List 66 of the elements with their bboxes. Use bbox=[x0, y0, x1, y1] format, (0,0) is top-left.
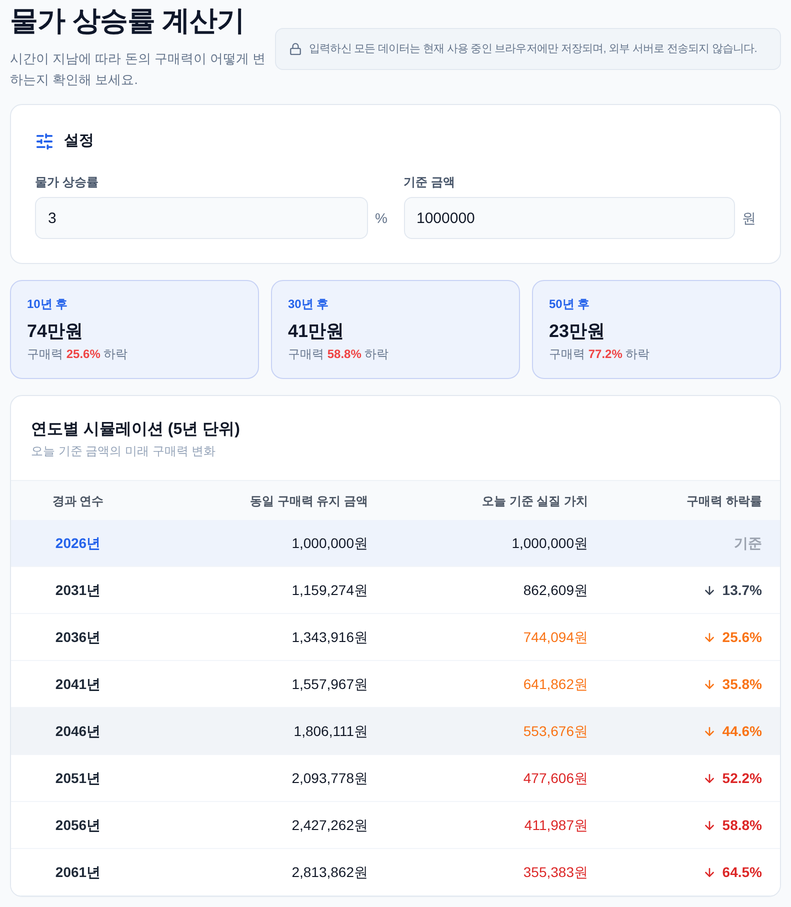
arrow-down-icon bbox=[703, 584, 716, 596]
settings-title: 설정 bbox=[64, 130, 94, 151]
column-header: 경과 연수 bbox=[52, 492, 104, 510]
arrow-down-icon bbox=[703, 866, 716, 878]
notice-text: 입력하신 모든 데이터는 현재 사용 중인 브라우저에만 저장되며, 외부 서버로 전송되지 않습니다. bbox=[309, 42, 757, 57]
decline-cell-text: 52.2% bbox=[722, 768, 762, 788]
real-value-cell-text: 477,606원 bbox=[523, 768, 588, 788]
card-value: 74만원 bbox=[27, 320, 84, 343]
decline-cell-text: 58.8% bbox=[722, 816, 762, 834]
field-label: 기준 금액 bbox=[404, 174, 455, 191]
amount-cell-text: 1,557,967원 bbox=[292, 674, 368, 694]
card-label: 50년 후 bbox=[549, 296, 590, 313]
card-value: 41만원 bbox=[288, 320, 344, 343]
card-caption: 구매력 58.8% 하락 bbox=[288, 346, 389, 363]
decline-cell-text: 35.8% bbox=[722, 674, 762, 694]
real-value-cell-text: 355,383원 bbox=[523, 862, 588, 882]
amount-cell-text: 1,000,000원 bbox=[292, 534, 368, 552]
year-cell-text: 2031년 bbox=[55, 580, 101, 600]
year-cell-text: 2051년 bbox=[55, 768, 101, 788]
year-cell-text: 2061년 bbox=[55, 862, 101, 882]
year-cell-text: 2056년 bbox=[55, 816, 101, 834]
card-caption: 구매력 77.2% 하락 bbox=[549, 346, 650, 363]
page-subtitle: 시간이 지남에 따라 돈의 구매력이 어떻게 변하는지 확인해 보세요. bbox=[10, 50, 267, 89]
amount-cell-text: 2,427,262원 bbox=[292, 816, 368, 834]
column-header: 동일 구매력 유지 금액 bbox=[250, 492, 368, 510]
arrow-down-icon bbox=[703, 818, 716, 832]
amount-cell-text: 2,813,862원 bbox=[292, 862, 368, 882]
arrow-down-icon bbox=[703, 724, 716, 738]
arrow-down-icon bbox=[703, 630, 716, 644]
real-value-cell-text: 411,987원 bbox=[524, 816, 588, 834]
number-input[interactable]: 1000000 bbox=[404, 197, 735, 239]
decline-cell-text: 기준 bbox=[734, 534, 762, 552]
amount-cell-text: 2,093,778원 bbox=[292, 768, 368, 788]
page-title: 물가 상승률 계산기 bbox=[10, 4, 245, 38]
year-cell-text: 2036년 bbox=[55, 628, 101, 646]
real-value-cell-text: 641,862원 bbox=[523, 674, 588, 694]
year-cell-text: 2041년 bbox=[55, 674, 101, 694]
amount-cell-text: 1,159,274원 bbox=[292, 580, 368, 600]
decline-cell-text: 44.6% bbox=[722, 722, 762, 740]
decline-cell-text: 25.6% bbox=[722, 628, 762, 646]
card-caption: 구매력 25.6% 하락 bbox=[27, 346, 128, 363]
arrow-down-icon bbox=[703, 678, 716, 690]
arrow-down-icon bbox=[703, 772, 716, 784]
table-title: 연도별 시뮬레이션 (5년 단위) bbox=[31, 420, 240, 440]
real-value-cell-text: 553,676원 bbox=[523, 722, 588, 740]
real-value-cell-text: 1,000,000원 bbox=[512, 534, 588, 552]
real-value-cell-text: 862,609원 bbox=[523, 580, 588, 600]
unit-label: % bbox=[375, 208, 388, 228]
number-input[interactable]: 3 bbox=[35, 197, 368, 239]
card-label: 30년 후 bbox=[288, 296, 329, 313]
sliders-icon bbox=[35, 132, 54, 150]
year-cell-text: 2046년 bbox=[55, 722, 101, 740]
unit-label: 원 bbox=[742, 208, 756, 228]
column-header: 구매력 하락률 bbox=[686, 492, 762, 510]
year-cell-text: 2026년 bbox=[55, 534, 101, 552]
lock-icon bbox=[289, 42, 302, 56]
column-header: 오늘 기준 실질 가치 bbox=[482, 492, 588, 510]
table-subtitle: 오늘 기준 금액의 미래 구매력 변화 bbox=[31, 443, 216, 460]
decline-cell-text: 13.7% bbox=[722, 580, 762, 600]
field-label: 물가 상승률 bbox=[35, 174, 98, 191]
card-value: 23만원 bbox=[549, 320, 606, 343]
card-label: 10년 후 bbox=[27, 296, 68, 313]
amount-cell-text: 1,343,916원 bbox=[292, 628, 368, 646]
decline-cell-text: 64.5% bbox=[722, 862, 762, 882]
amount-cell-text: 1,806,111원 bbox=[294, 722, 368, 740]
real-value-cell-text: 744,094원 bbox=[523, 628, 588, 646]
